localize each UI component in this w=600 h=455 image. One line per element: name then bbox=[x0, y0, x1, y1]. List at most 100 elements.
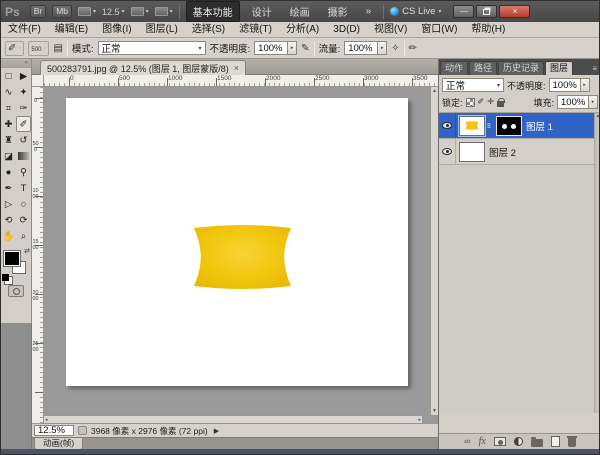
vertical-scrollbar[interactable]: ▲ ▼ bbox=[430, 87, 438, 415]
tool-spot-healing-brush[interactable]: ✚ bbox=[1, 116, 16, 132]
swap-colors-icon[interactable]: ⇄ bbox=[24, 247, 30, 255]
layer-style-icon[interactable]: fx bbox=[479, 437, 486, 447]
tab-layers[interactable]: 图层 bbox=[545, 61, 573, 75]
menu-filter[interactable]: 滤镜(T) bbox=[232, 22, 279, 38]
close-button[interactable]: × bbox=[499, 5, 530, 18]
workspace-basic-button[interactable]: 基本功能 bbox=[186, 1, 240, 22]
document-size-indicator[interactable]: 3968 像素 x 2976 像素 (72 ppi) ▶ bbox=[91, 425, 219, 436]
new-layer-icon[interactable] bbox=[551, 436, 560, 447]
status-menu-arrow-icon[interactable]: ▶ bbox=[214, 427, 219, 435]
tool-eyedropper[interactable]: ✑ bbox=[16, 100, 31, 116]
tablet-pressure-icon[interactable]: ✏ bbox=[409, 43, 417, 54]
layer1-mask-thumbnail[interactable] bbox=[496, 116, 522, 136]
tool-blur[interactable]: ● bbox=[1, 164, 16, 180]
new-group-icon[interactable] bbox=[531, 439, 543, 447]
flow-spinner[interactable]: ▸ bbox=[378, 41, 387, 55]
layer-name[interactable]: 图层 1 bbox=[526, 119, 553, 133]
menu-file[interactable]: 文件(F) bbox=[1, 22, 48, 38]
fill-input[interactable]: 100% bbox=[557, 95, 589, 109]
tool-move[interactable]: ▶ bbox=[16, 68, 31, 84]
tool-eraser[interactable]: ◪ bbox=[1, 148, 16, 164]
menu-help[interactable]: 帮助(H) bbox=[464, 22, 512, 38]
horizontal-scrollbar[interactable]: ◂ ▸ bbox=[44, 415, 422, 423]
lock-move-icon[interactable]: ✛ bbox=[487, 98, 494, 106]
workspace-painting-button[interactable]: 绘画 bbox=[284, 2, 316, 21]
tool-crop[interactable]: ⌗ bbox=[1, 100, 16, 116]
tab-actions[interactable]: 动作 bbox=[440, 61, 468, 75]
tool-3d-rotate[interactable]: ⟲ bbox=[1, 212, 16, 228]
opacity-input[interactable]: 100% bbox=[254, 41, 288, 55]
link-layers-icon[interactable]: ∞ bbox=[464, 437, 470, 446]
bridge-button[interactable]: Br bbox=[30, 5, 47, 18]
airbrush-icon[interactable]: ✧ bbox=[391, 43, 399, 54]
tool-clone-stamp[interactable]: ♜ bbox=[1, 132, 16, 148]
brush-tool-preset[interactable]: ✐▾ bbox=[5, 41, 24, 56]
scroll-down-icon[interactable]: ▼ bbox=[432, 408, 437, 414]
arrange-documents-dropdown[interactable]: ▾ bbox=[131, 7, 149, 16]
tab-paths[interactable]: 路径 bbox=[469, 61, 497, 75]
new-adjustment-layer-icon[interactable] bbox=[514, 437, 523, 446]
brush-size-picker[interactable]: 500 ▾ bbox=[28, 41, 49, 56]
layer-row-2[interactable]: 图层 2 bbox=[439, 139, 600, 165]
close-document-icon[interactable]: × bbox=[234, 64, 239, 73]
cs-live-button[interactable]: CS Live ▾ bbox=[390, 6, 441, 17]
zoom-level-dropdown[interactable]: 12.5▾ bbox=[102, 7, 125, 17]
tool-ellipse-shape[interactable]: ○ bbox=[16, 196, 31, 212]
collapse-tools-button[interactable]: « bbox=[1, 59, 31, 68]
scroll-left-icon[interactable]: ◂ bbox=[45, 417, 48, 423]
blend-mode-select[interactable]: 正常▾ bbox=[98, 41, 206, 55]
tool-brush[interactable]: ✐ bbox=[16, 116, 31, 132]
menu-window[interactable]: 窗口(W) bbox=[414, 22, 464, 38]
lock-all-icon[interactable] bbox=[497, 101, 504, 107]
workspace-design-button[interactable]: 设计 bbox=[246, 2, 278, 21]
menu-analysis[interactable]: 分析(A) bbox=[279, 22, 326, 38]
canvas-page[interactable] bbox=[66, 98, 408, 386]
tool-zoom[interactable]: ⌕ bbox=[16, 228, 31, 244]
restore-button[interactable] bbox=[476, 5, 497, 18]
scroll-up-icon[interactable]: ▲ bbox=[596, 113, 600, 119]
layer-row-1[interactable]: ∞ 图层 1 bbox=[439, 113, 600, 139]
menu-image[interactable]: 图像(I) bbox=[95, 22, 138, 38]
layers-blend-mode-select[interactable]: 正常▾ bbox=[442, 78, 504, 92]
layer-list-scrollbar[interactable]: ▲ bbox=[594, 113, 600, 413]
workspace-photography-button[interactable]: 摄影 bbox=[322, 2, 354, 21]
scroll-up-icon[interactable]: ▲ bbox=[432, 88, 437, 94]
delete-layer-icon[interactable] bbox=[568, 438, 576, 447]
mask-link-icon[interactable]: ∞ bbox=[485, 122, 494, 130]
layers-opacity-input[interactable]: 100% bbox=[549, 78, 581, 92]
lock-paint-icon[interactable]: ✐ bbox=[478, 98, 485, 106]
screen-mode-dropdown[interactable]: ▾ bbox=[155, 7, 173, 16]
tool-type[interactable]: T bbox=[16, 180, 31, 196]
tool-lasso[interactable]: ∿ bbox=[1, 84, 16, 100]
view-extras-dropdown[interactable]: ▾ bbox=[78, 7, 96, 16]
status-zoom-field[interactable]: 12.5% bbox=[34, 425, 74, 436]
tool-rectangular-marquee[interactable]: □ bbox=[1, 68, 16, 84]
panel-menu-icon[interactable]: ≡ bbox=[588, 64, 600, 75]
foreground-color-swatch[interactable] bbox=[4, 251, 20, 266]
visibility-toggle[interactable] bbox=[439, 139, 456, 164]
tool-hand[interactable]: ✋ bbox=[1, 228, 16, 244]
pressure-opacity-icon[interactable]: ✎ bbox=[301, 43, 309, 54]
layers-opacity-spinner[interactable]: ▸ bbox=[581, 78, 590, 92]
scroll-right-icon[interactable]: ▸ bbox=[418, 417, 421, 423]
default-colors-icon[interactable] bbox=[2, 274, 9, 281]
tool-3d-orbit[interactable]: ⟳ bbox=[16, 212, 31, 228]
opacity-spinner[interactable]: ▸ bbox=[288, 41, 297, 55]
lock-transparency-icon[interactable] bbox=[466, 98, 475, 107]
mini-bridge-button[interactable]: Mb bbox=[52, 5, 72, 18]
tool-pen[interactable]: ✒ bbox=[1, 180, 16, 196]
workspace-overflow-button[interactable]: » bbox=[360, 4, 378, 19]
tab-history[interactable]: 历史记录 bbox=[498, 61, 544, 75]
visibility-toggle[interactable] bbox=[439, 113, 456, 138]
layer2-thumbnail[interactable] bbox=[459, 142, 485, 162]
flow-input[interactable]: 100% bbox=[344, 41, 378, 55]
tool-dodge[interactable]: ⚲ bbox=[16, 164, 31, 180]
tool-path-selection[interactable]: ▷ bbox=[1, 196, 16, 212]
menu-select[interactable]: 选择(S) bbox=[185, 22, 232, 38]
minimize-button[interactable]: — bbox=[453, 5, 474, 18]
tool-gradient[interactable] bbox=[16, 148, 31, 164]
tool-history-brush[interactable]: ↺ bbox=[16, 132, 31, 148]
layer-name[interactable]: 图层 2 bbox=[489, 145, 516, 159]
document-tab[interactable]: 500283791.jpg @ 12.5% (图层 1, 图层蒙版/8) × bbox=[40, 60, 246, 75]
quick-mask-button[interactable] bbox=[8, 285, 24, 297]
